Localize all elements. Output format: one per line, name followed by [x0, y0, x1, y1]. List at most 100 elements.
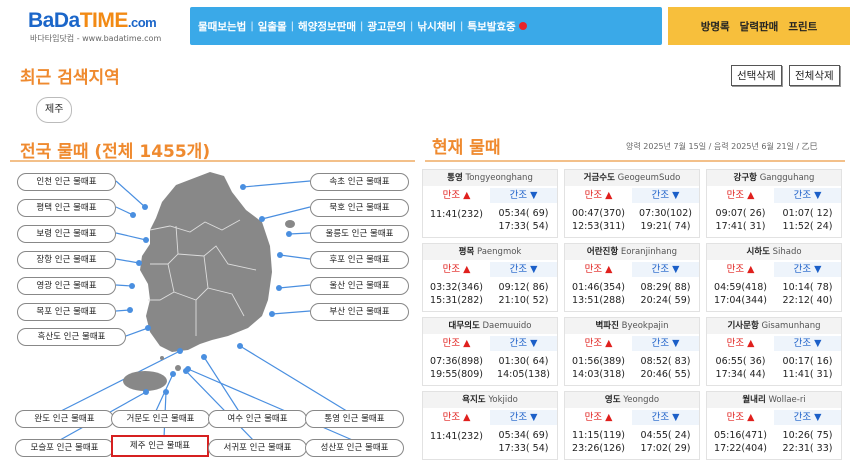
delete-all-button[interactable]: 전체삭제 — [789, 65, 840, 86]
tide-card[interactable]: 기사문항 Gisamunhang 만조 ▲ 06:55( 36) 17:34( 44)… — [706, 317, 842, 386]
high-tide-label: 만조 ▲ — [584, 412, 613, 423]
station-name-en: Eoranjinhang — [618, 247, 678, 257]
seogwipo-tide-button[interactable]: 서귀포 인근 물때표 — [208, 439, 307, 457]
high-tide-label: 만조 ▲ — [726, 338, 755, 349]
high-tide-values: 00:47(370) 12:53(311) — [572, 208, 625, 232]
ulleungdo-tide-button[interactable]: 울릉도 인근 물때표 — [310, 225, 409, 243]
station-name-ko: 욕지도 — [462, 395, 486, 405]
station-name-ko: 월내리 — [742, 395, 766, 405]
low-tide-label: 간조 ▼ — [490, 188, 557, 203]
geomundo-tide-button[interactable]: 거문도 인근 물때표 — [111, 410, 210, 428]
station-name[interactable]: 평목 Paengmok — [423, 244, 557, 260]
print-link[interactable]: 프린트 — [788, 19, 817, 34]
station-name[interactable]: 욕지도 Yokjido — [423, 392, 557, 408]
tide-card[interactable]: 벽파진 Byeokpajin 만조 ▲ 01:56(389) 14:03(318) 간조… — [564, 317, 700, 386]
calendar-sale-link[interactable]: 달력판매 — [740, 19, 779, 34]
low-tide-values: 01:30( 64) 14:05(138) — [497, 356, 550, 380]
high-tide-values: 11:15(119) 23:26(126) — [572, 430, 625, 454]
station-name[interactable]: 대무의도 Daemuuido — [423, 318, 557, 334]
low-tide-values: 10:26( 75) 22:31( 33) — [782, 430, 833, 454]
high-tide-values: 03:32(346) 15:31(282) — [430, 282, 483, 306]
station-name[interactable]: 시하도 Sihado — [707, 244, 841, 260]
top-right-links: 방명록 달력판매 프린트 — [668, 7, 850, 45]
jeju-island — [123, 371, 167, 391]
nav-ad-inquiry[interactable]: 광고문의 — [367, 19, 406, 34]
nav-special-warning[interactable]: 특보발효중 — [467, 19, 515, 34]
select-delete-button[interactable]: 선택삭제 — [731, 65, 782, 86]
seongsanpo-tide-button[interactable]: 성산포 인근 물때표 — [305, 439, 404, 457]
yeosu-tide-button[interactable]: 여수 인근 물때표 — [208, 410, 307, 428]
tide-card[interactable]: 대무의도 Daemuuido 만조 ▲ 07:36(898) 19:55(809) 간조… — [422, 317, 558, 386]
boryeong-tide-button[interactable]: 보령 인근 물때표 — [17, 225, 116, 243]
ulsan-tide-button[interactable]: 울산 인근 물때표 — [310, 277, 409, 295]
recent-search-chip[interactable]: 제주 — [36, 97, 73, 123]
station-name[interactable]: 기사문항 Gisamunhang — [707, 318, 841, 334]
low-tide-label: 간조 ▼ — [774, 188, 841, 203]
tongyeong-tide-button[interactable]: 통영 인근 물때표 — [305, 410, 404, 428]
busan-tide-button[interactable]: 부산 인근 물때표 — [310, 303, 409, 321]
low-tide-label: 간조 ▼ — [632, 410, 699, 425]
station-name-ko: 벽파진 — [595, 321, 619, 331]
high-tide-label: 만조 ▲ — [442, 264, 471, 275]
station-name-en: Wollae-ri — [765, 395, 806, 405]
station-name-en: Sihado — [769, 247, 802, 257]
station-name[interactable]: 벽파진 Byeokpajin — [565, 318, 699, 334]
tide-card[interactable]: 평목 Paengmok 만조 ▲ 03:32(346) 15:31(282) 간조 ▼ 0… — [422, 243, 558, 312]
station-name-en: Daemuuido — [479, 321, 532, 331]
high-tide-values: 05:16(471) 17:22(404) — [714, 430, 767, 454]
moseulpo-tide-button[interactable]: 모슬포 인근 물때표 — [15, 439, 114, 457]
station-name[interactable]: 월내리 Wollae-ri — [707, 392, 841, 408]
station-name-ko: 대무의도 — [448, 321, 480, 331]
low-tide-label: 간조 ▼ — [774, 262, 841, 277]
heuksando-tide-button[interactable]: 흑산도 인근 물때표 — [17, 328, 126, 346]
yeonggwang-tide-button[interactable]: 영광 인근 물때표 — [17, 277, 116, 295]
recent-search-title: 최근 검색지역 — [20, 68, 120, 88]
tide-card[interactable]: 강구항 Gangguhang 만조 ▲ 09:07( 26) 17:41( 31) 간조… — [706, 169, 842, 238]
tide-card[interactable]: 어란진항 Eoranjinhang 만조 ▲ 01:46(354) 13:51(288… — [564, 243, 700, 312]
station-name[interactable]: 거금수도 GeogeumSudo — [565, 170, 699, 186]
guestbook-link[interactable]: 방명록 — [701, 19, 730, 34]
hupo-tide-button[interactable]: 후포 인근 물때표 — [310, 251, 409, 269]
nav-sunrise-sunset[interactable]: 일출몰 — [258, 19, 287, 34]
tide-card[interactable]: 시하도 Sihado 만조 ▲ 04:59(418) 17:04(344) 간조 ▼ 10… — [706, 243, 842, 312]
low-tide-values: 08:52( 83) 20:46( 55) — [640, 356, 691, 380]
station-name-ko: 시하도 — [746, 247, 770, 257]
pyeongtaek-tide-button[interactable]: 평택 인근 물때표 — [17, 199, 116, 217]
low-tide-label: 간조 ▼ — [774, 336, 841, 351]
high-tide-label: 만조 ▲ — [726, 190, 755, 201]
ulleungdo-island — [285, 220, 295, 228]
nav-fishing-rig[interactable]: 낚시채비 — [417, 19, 456, 34]
korea-landmass — [140, 172, 272, 352]
tide-card[interactable]: 욕지도 Yokjido 만조 ▲ 11:41(232) 간조 ▼ 05:34( 69) 1… — [422, 391, 558, 460]
station-name[interactable]: 강구항 Gangguhang — [707, 170, 841, 186]
low-tide-values: 09:12( 86) 21:10( 52) — [498, 282, 549, 306]
janghang-tide-button[interactable]: 장항 인근 물때표 — [17, 251, 116, 269]
site-logo[interactable]: BaDaTIME.com 바다타임닷컴 - www.badatime.com — [0, 0, 190, 44]
high-tide-values: 01:56(389) 14:03(318) — [572, 356, 625, 380]
top-navigation: 물때보는법 | 일출몰 | 해양정보판매 | 광고문의 | 낚시채비 | 특보발효중 — [190, 7, 662, 45]
station-name-en: Gangguhang — [757, 173, 815, 183]
low-tide-label: 간조 ▼ — [490, 262, 557, 277]
incheon-tide-button[interactable]: 인천 인근 물때표 — [17, 173, 116, 191]
station-name[interactable]: 어란진항 Eoranjinhang — [565, 244, 699, 260]
station-name[interactable]: 통영 Tongyeonghang — [423, 170, 557, 186]
logo-subtitle: 바다타임닷컴 - www.badatime.com — [30, 34, 162, 43]
tide-card[interactable]: 영도 Yeongdo 만조 ▲ 11:15(119) 23:26(126) 간조 ▼ 04… — [564, 391, 700, 460]
jeju-tide-button-selected[interactable]: 제주 인근 물때표 — [111, 435, 209, 457]
tide-card[interactable]: 월내리 Wollae-ri 만조 ▲ 05:16(471) 17:22(404) 간조 … — [706, 391, 842, 460]
tide-card[interactable]: 거금수도 GeogeumSudo 만조 ▲ 00:47(370) 12:53(311)… — [564, 169, 700, 238]
wando-tide-button[interactable]: 완도 인근 물때표 — [15, 410, 114, 428]
high-tide-label: 만조 ▲ — [584, 338, 613, 349]
nav-ocean-info-sale[interactable]: 해양정보판매 — [298, 19, 356, 34]
low-tide-label: 간조 ▼ — [490, 410, 557, 425]
sokcho-tide-button[interactable]: 속초 인근 물때표 — [310, 173, 409, 191]
station-name-ko: 통영 — [447, 173, 463, 183]
tide-card[interactable]: 통영 Tongyeonghang 만조 ▲ 11:41(232) 간조 ▼ 05:34(… — [422, 169, 558, 238]
station-name[interactable]: 영도 Yeongdo — [565, 392, 699, 408]
mokpo-tide-button[interactable]: 목포 인근 물때표 — [17, 303, 116, 321]
high-tide-values: 06:55( 36) 17:34( 44) — [715, 356, 766, 380]
low-tide-label: 간조 ▼ — [632, 336, 699, 351]
low-tide-label: 간조 ▼ — [490, 336, 557, 351]
mukho-tide-button[interactable]: 묵호 인근 물때표 — [310, 199, 409, 217]
nav-how-to-read[interactable]: 물때보는법 — [198, 19, 246, 34]
